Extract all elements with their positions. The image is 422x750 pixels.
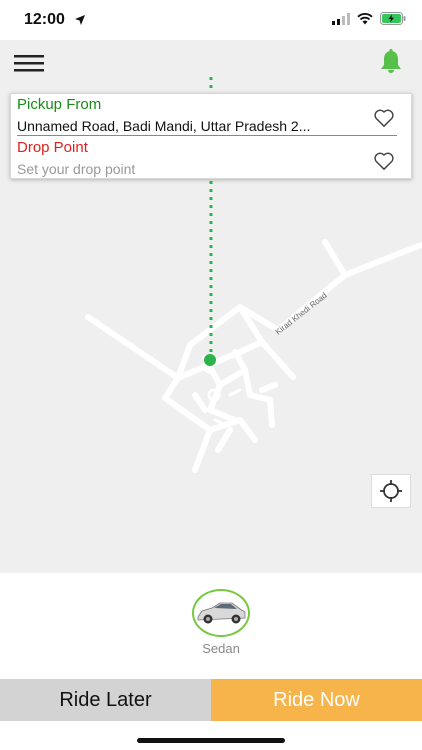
ride-later-button[interactable]: Ride Later	[0, 679, 211, 721]
pickup-favorite-heart-icon[interactable]	[373, 108, 395, 128]
battery-charging-icon	[380, 12, 406, 25]
wifi-icon	[357, 12, 373, 24]
drop-label: Drop Point	[17, 139, 88, 156]
road-label: Kirad Khedi Road	[274, 291, 329, 337]
pickup-marker	[204, 354, 216, 366]
vehicle-label: Sedan	[202, 641, 240, 656]
menu-button[interactable]	[12, 50, 46, 76]
status-bar: 12:00	[0, 0, 422, 40]
notification-button[interactable]	[378, 48, 404, 76]
drop-favorite-heart-icon[interactable]	[373, 151, 395, 171]
ride-now-button[interactable]: Ride Now	[211, 679, 422, 721]
route-card: Pickup From Unnamed Road, Badi Mandi, Ut…	[10, 93, 412, 179]
signal-icon	[332, 12, 350, 25]
pickup-label: Pickup From	[17, 96, 102, 113]
home-indicator	[137, 738, 285, 743]
location-arrow-icon	[75, 15, 85, 25]
sedan-car-icon	[197, 602, 246, 624]
vehicle-icon-circle	[192, 589, 250, 637]
vehicle-panel: Sedan	[0, 573, 422, 679]
pickup-address[interactable]: Unnamed Road, Badi Mandi, Uttar Pradesh …	[17, 118, 369, 134]
action-buttons: Ride Later Ride Now	[0, 679, 422, 721]
crosshair-locate-icon	[380, 480, 402, 502]
hamburger-menu-icon	[14, 55, 44, 72]
status-time: 12:00	[24, 11, 65, 28]
locate-me-button[interactable]	[371, 474, 411, 508]
vehicle-option-sedan[interactable]: Sedan	[190, 589, 252, 656]
status-icons	[332, 12, 406, 25]
drop-row[interactable]: Drop Point Set your drop point	[17, 139, 405, 179]
bell-icon	[381, 49, 401, 73]
card-divider	[17, 135, 397, 136]
drop-input[interactable]: Set your drop point	[17, 161, 369, 177]
pickup-row[interactable]: Pickup From Unnamed Road, Badi Mandi, Ut…	[17, 96, 405, 136]
